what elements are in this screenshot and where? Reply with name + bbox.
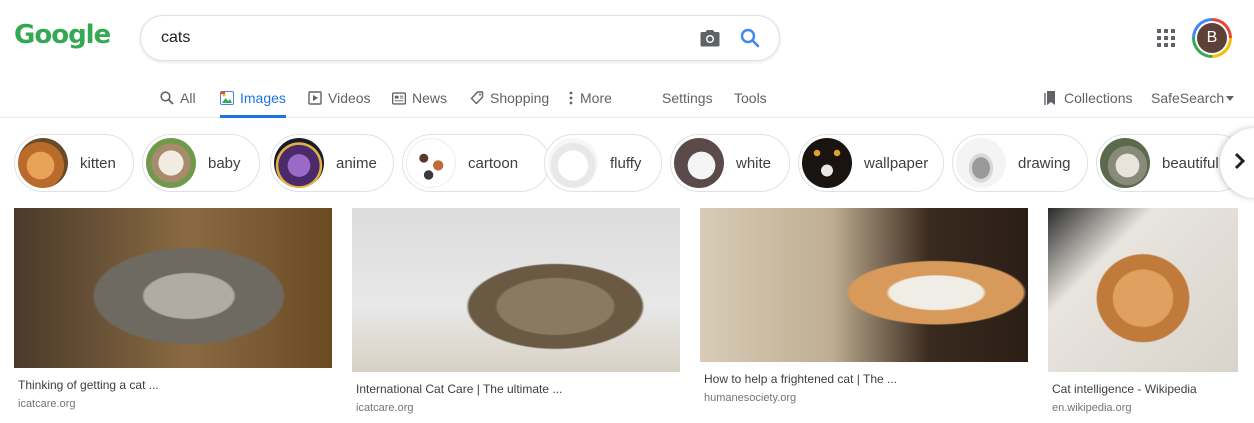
tools-link[interactable]: Tools [734, 80, 767, 116]
tab-videos[interactable]: Videos [308, 80, 371, 116]
tab-news-label: News [412, 90, 448, 106]
chip-cartoon[interactable]: cartoon [402, 134, 550, 192]
search-icon[interactable] [739, 27, 761, 49]
chip-thumb [956, 138, 1006, 188]
collections-link[interactable]: Collections [1044, 80, 1132, 116]
images-icon [220, 91, 234, 105]
result-source: en.wikipedia.org [1052, 402, 1132, 414]
result-image[interactable] [14, 208, 332, 368]
chevron-right-icon [1234, 152, 1246, 175]
result-image[interactable] [352, 208, 680, 372]
result-card[interactable]: Thinking of getting a cat ... icatcare.o… [14, 208, 332, 410]
tab-shopping[interactable]: Shopping [470, 80, 549, 116]
chip-thumb [274, 138, 324, 188]
chip-kitten[interactable]: kitten [14, 134, 134, 192]
chip-thumb [406, 138, 456, 188]
chip-thumb [146, 138, 196, 188]
tab-shopping-label: Shopping [490, 90, 550, 106]
result-title[interactable]: Cat intelligence - Wikipedia [1048, 382, 1238, 396]
result-title[interactable]: International Cat Care | The ultimate ..… [352, 382, 680, 396]
result-image[interactable] [700, 208, 1028, 362]
result-title[interactable]: Thinking of getting a cat ... [14, 378, 332, 392]
tab-all[interactable]: All [160, 80, 196, 116]
chip-drawing[interactable]: drawing [952, 134, 1088, 192]
tab-videos-label: Videos [328, 90, 371, 106]
apps-grid-icon[interactable] [1157, 29, 1175, 47]
collections-label: Collections [1064, 90, 1133, 106]
chip-thumb [1100, 138, 1150, 188]
safesearch-label: SafeSearch [1151, 90, 1225, 106]
chip-wallpaper[interactable]: wallpaper [798, 134, 944, 192]
camera-icon[interactable] [699, 27, 721, 49]
avatar-initial: B [1197, 23, 1227, 53]
result-card[interactable]: International Cat Care | The ultimate ..… [352, 208, 680, 414]
chip-thumb [674, 138, 724, 188]
search-icon [160, 91, 174, 105]
search-box[interactable]: cats [140, 15, 780, 61]
settings-link[interactable]: Settings [662, 80, 713, 116]
result-card[interactable]: How to help a frightened cat | The ... h… [700, 208, 1028, 404]
tab-all-label: All [180, 90, 196, 106]
search-input[interactable]: cats [161, 29, 699, 47]
safesearch-dropdown[interactable]: SafeSearch [1151, 80, 1235, 116]
bookmark-icon [1044, 91, 1058, 105]
tab-images[interactable]: Images [220, 80, 286, 118]
result-source: icatcare.org [18, 398, 76, 410]
account-avatar[interactable]: B [1192, 18, 1232, 58]
result-source: icatcare.org [356, 402, 414, 414]
more-vert-icon [568, 91, 574, 105]
result-title[interactable]: How to help a frightened cat | The ... [700, 372, 1028, 386]
chip-baby[interactable]: baby [142, 134, 260, 192]
tab-more-label: More [580, 90, 612, 106]
chip-thumb [18, 138, 68, 188]
shopping-tag-icon [470, 91, 484, 105]
search-tabs-bar: All Images Videos News Shopping More Set… [0, 80, 1254, 118]
chip-anime[interactable]: anime [270, 134, 394, 192]
google-logo[interactable]: Google [14, 20, 111, 50]
tab-news[interactable]: News [392, 80, 447, 116]
tab-images-label: Images [240, 90, 286, 106]
chip-thumb [802, 138, 852, 188]
caret-down-icon [1226, 91, 1235, 105]
chip-fluffy[interactable]: fluffy [544, 134, 662, 192]
result-card[interactable]: Cat intelligence - Wikipedia en.wikipedi… [1048, 208, 1238, 414]
result-image[interactable] [1048, 208, 1238, 372]
chip-white[interactable]: white [670, 134, 790, 192]
tab-more[interactable]: More [568, 80, 612, 116]
chip-thumb [548, 138, 598, 188]
videos-icon [308, 91, 322, 105]
news-icon [392, 91, 406, 105]
result-source: humanesociety.org [704, 392, 797, 404]
